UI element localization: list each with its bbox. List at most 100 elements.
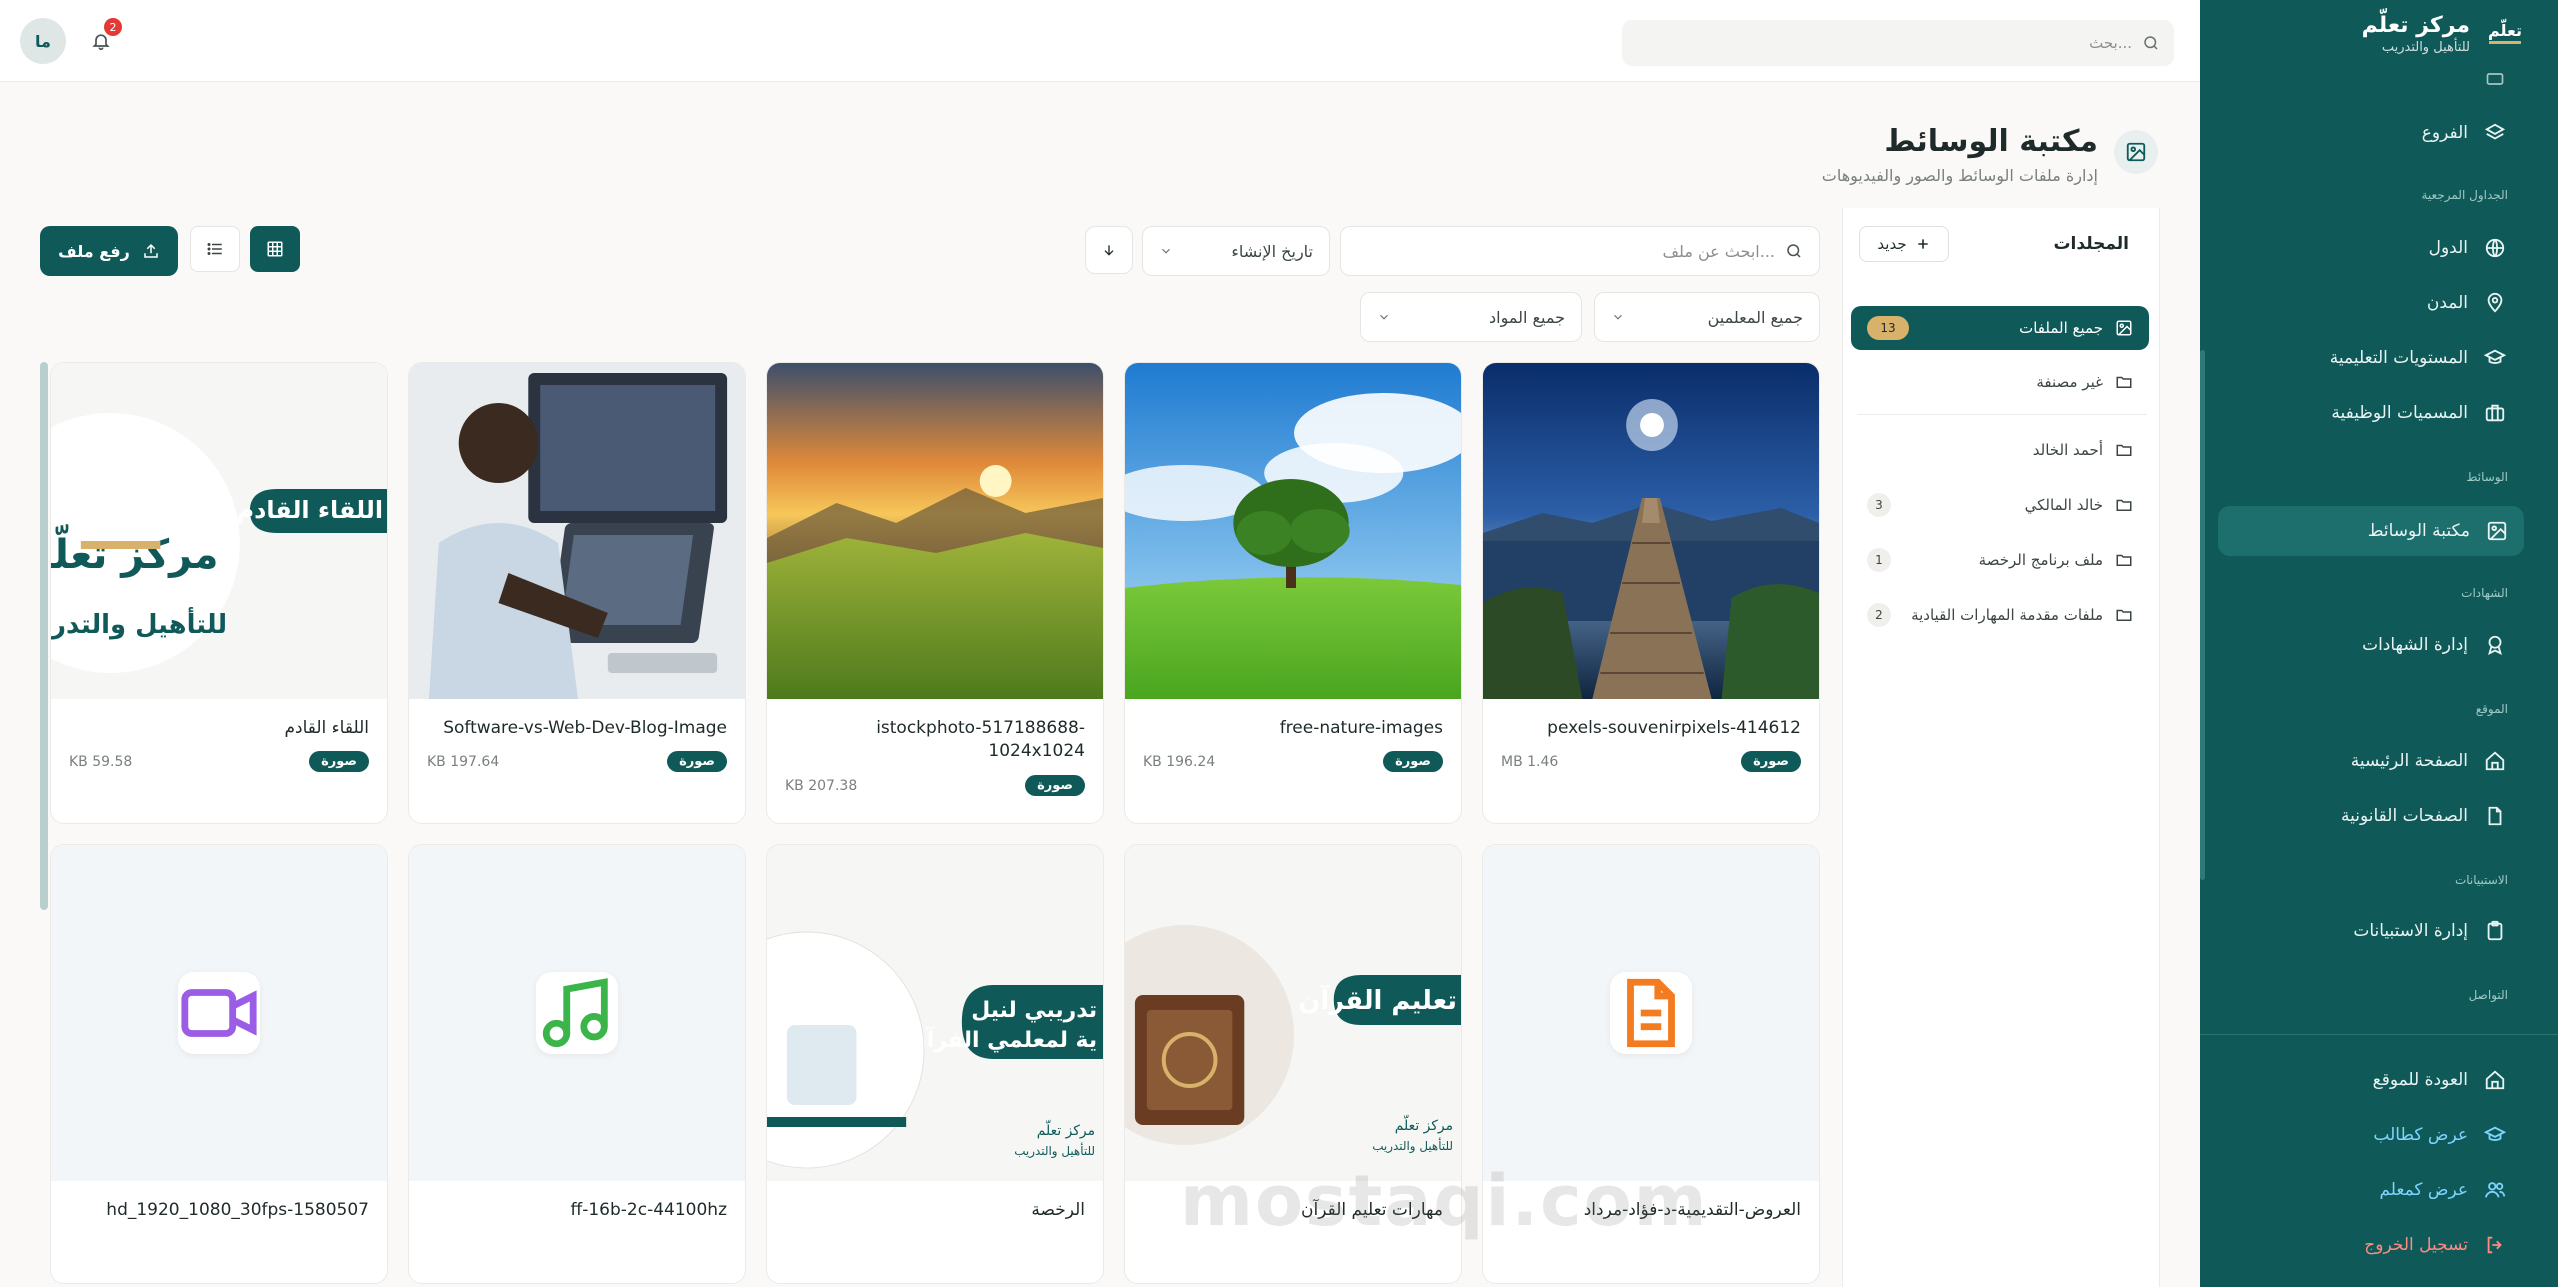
media-file-name: istockphoto-517188688-1024x1024 bbox=[876, 718, 1085, 761]
list-view-button[interactable] bbox=[190, 226, 240, 272]
materials-filter[interactable]: جميع المواد bbox=[1360, 292, 1582, 342]
sidebar-item-label: إدارة الاستبيانات bbox=[2353, 921, 2468, 941]
sidebar-item-countries[interactable]: الدول bbox=[2232, 225, 2522, 271]
folder-license-program[interactable]: 1 ملف برنامج الرخصة bbox=[1851, 538, 2149, 582]
globe-icon bbox=[2482, 235, 2508, 261]
media-card[interactable]: istockphoto-517188688-1024x1024 KB 207.3… bbox=[766, 362, 1104, 824]
logout-icon bbox=[2482, 1232, 2508, 1258]
sidebar-heading-reference: الجداول المرجعية bbox=[2421, 188, 2508, 202]
media-meta: KB 207.38 صورة bbox=[785, 775, 1085, 796]
media-file-name: Software-vs-Web-Dev-Blog-Image bbox=[443, 718, 727, 738]
file-icon bbox=[2482, 803, 2508, 829]
sort-direction-button[interactable] bbox=[1085, 226, 1133, 274]
view-as-student-link[interactable]: عرض كطالب bbox=[2232, 1112, 2522, 1158]
search-icon bbox=[2142, 34, 2160, 52]
folders-divider bbox=[1857, 414, 2147, 415]
thumb-logo-sub: للتأهيل والتدريب bbox=[1014, 1143, 1095, 1159]
media-type-badge: صورة bbox=[309, 751, 369, 772]
sidebar-divider bbox=[2200, 1034, 2558, 1035]
sidebar-heading-communication: التواصل bbox=[2468, 988, 2508, 1002]
sidebar-item-media-library[interactable]: مكتبة الوسائط bbox=[2218, 506, 2524, 556]
sidebar-item-hidden-top[interactable] bbox=[2232, 64, 2522, 94]
media-file-name: الرخصة bbox=[1031, 1200, 1085, 1220]
view-as-teacher-link[interactable]: عرض كمعلم bbox=[2232, 1167, 2522, 1213]
folder-count: 1 bbox=[1867, 548, 1891, 572]
grid-scrollbar[interactable] bbox=[40, 362, 48, 910]
media-file-size: KB 59.58 bbox=[69, 753, 133, 770]
layers-icon bbox=[2482, 120, 2508, 146]
sidebar-item-label: الفروع bbox=[2421, 123, 2468, 143]
media-type-badge: صورة bbox=[667, 751, 727, 772]
svg-text:تعلّم: تعلّم bbox=[2488, 17, 2522, 40]
sidebar-heading-surveys: الاستبيانات bbox=[2454, 873, 2508, 887]
teachers-filter[interactable]: جميع المعلمين bbox=[1594, 292, 1820, 342]
sort-select[interactable]: تاريخ الإنشاء bbox=[1142, 226, 1330, 276]
sort-select-value: تاريخ الإنشاء bbox=[1231, 241, 1313, 261]
thumb-logo-text: مركز تعلّم bbox=[51, 524, 218, 578]
folder-icon bbox=[2115, 373, 2133, 391]
upload-label: رفع ملف bbox=[58, 241, 130, 261]
media-card[interactable]: اللقاء القادم مركز تعلّم للتأهيل والتدري… bbox=[50, 362, 388, 824]
chevron-down-icon bbox=[1377, 310, 1391, 324]
image-icon bbox=[2114, 130, 2158, 174]
sidebar-heading-media: الوسائط bbox=[2466, 470, 2508, 484]
sidebar-item-legal-pages[interactable]: الصفحات القانونية bbox=[2232, 793, 2522, 839]
teachers-filter-value: جميع المعلمين bbox=[1707, 307, 1803, 327]
folder-count: 3 bbox=[1867, 493, 1891, 517]
brand[interactable]: مركز تعلّم للتأهيل والتدريب تعلّم bbox=[2200, 0, 2558, 66]
folder-ahmed-alkhaled[interactable]: أحمد الخالد bbox=[1851, 428, 2149, 472]
sidebar-item-surveys[interactable]: إدارة الاستبيانات bbox=[2232, 908, 2522, 954]
chevron-down-icon bbox=[1611, 310, 1625, 324]
media-file-name: free-nature-images bbox=[1279, 718, 1443, 738]
folder-icon bbox=[2115, 606, 2133, 624]
sidebar-item-label: الصفحات القانونية bbox=[2341, 806, 2468, 826]
notification-count-badge: 2 bbox=[104, 18, 122, 36]
media-thumbnail-developer bbox=[409, 363, 745, 699]
briefcase-icon bbox=[2482, 400, 2508, 426]
topbar: بحث... ما 2 bbox=[0, 0, 2200, 82]
media-thumbnail-tree bbox=[1125, 363, 1461, 699]
sidebar-item-certificates[interactable]: إدارة الشهادات bbox=[2232, 622, 2522, 668]
materials-filter-value: جميع المواد bbox=[1489, 307, 1565, 327]
sidebar-item-home-page[interactable]: الصفحة الرئيسية bbox=[2232, 738, 2522, 784]
sidebar-item-cities[interactable]: المدن bbox=[2232, 280, 2522, 326]
sidebar-item-levels[interactable]: المستويات التعليمية bbox=[2232, 335, 2522, 381]
media-card[interactable]: ff-16b-2c-44100hz bbox=[408, 844, 746, 1284]
sidebar-scrollbar[interactable] bbox=[2200, 350, 2205, 880]
folder-uncategorized[interactable]: غير مصنفة bbox=[1851, 360, 2149, 404]
brand-text: مركز تعلّم للتأهيل والتدريب bbox=[2362, 12, 2470, 55]
upload-file-button[interactable]: رفع ملف bbox=[40, 226, 178, 276]
media-card[interactable]: تعليم القرآن مركز تعلّم للتأهيل والتدريب… bbox=[1124, 844, 1462, 1284]
sidebar-item-branches[interactable]: الفروع bbox=[2232, 110, 2522, 156]
folder-khaled-almalki[interactable]: 3 خالد المالكي bbox=[1851, 483, 2149, 527]
thumb-logo-text: مركز تعلّم bbox=[1395, 1115, 1453, 1134]
folder-all-files[interactable]: 13 جميع الملفات bbox=[1851, 306, 2149, 350]
back-to-site-link[interactable]: العودة للموقع bbox=[2232, 1057, 2522, 1103]
sidebar-item-label: عرض كطالب bbox=[2373, 1125, 2468, 1145]
file-search-input[interactable]: ابحث عن ملف... bbox=[1340, 226, 1820, 276]
sidebar-item-job-titles[interactable]: المسميات الوظيفية bbox=[2232, 390, 2522, 436]
image-icon bbox=[2484, 518, 2510, 544]
media-card[interactable]: pexels-souvenirpixels-414612 MB 1.46 صور… bbox=[1482, 362, 1820, 824]
brand-logo-icon: تعلّم bbox=[2482, 13, 2528, 53]
media-thumbnail-upcoming-meeting: اللقاء القادم مركز تعلّم للتأهيل والتدري… bbox=[51, 363, 387, 699]
media-thumbnail-license: تدريبي لنيل ية لمعلمي القرآن مركز تعلّم … bbox=[767, 845, 1103, 1181]
page-header: مكتبة الوسائط إدارة ملفات الوسائط والصور… bbox=[1822, 122, 2158, 185]
new-folder-button[interactable]: جديد bbox=[1859, 226, 1949, 262]
media-meta: KB 196.24 صورة bbox=[1143, 751, 1443, 772]
avatar[interactable]: ما bbox=[20, 18, 66, 64]
folder-leadership-skills[interactable]: 2 ملفات مقدمة المهارات القيادية bbox=[1851, 593, 2149, 637]
media-card[interactable]: Software-vs-Web-Dev-Blog-Image KB 197.64… bbox=[408, 362, 746, 824]
global-search-input[interactable]: بحث... bbox=[1622, 20, 2174, 66]
folders-panel: المجلدات جديد 13 جميع الملفات غير مصنفة … bbox=[1842, 208, 2160, 1287]
media-card[interactable]: تدريبي لنيل ية لمعلمي القرآن مركز تعلّم … bbox=[766, 844, 1104, 1284]
folder-icon bbox=[2115, 551, 2133, 569]
media-meta: KB 197.64 صورة bbox=[427, 751, 727, 772]
media-card[interactable]: free-nature-images KB 196.24 صورة bbox=[1124, 362, 1462, 824]
media-file-name: مهارات تعليم القرآن bbox=[1301, 1200, 1443, 1220]
media-card[interactable]: hd_1920_1080_30fps-1580507 bbox=[50, 844, 388, 1284]
media-card[interactable]: العروض-التقديمية-د-فؤاد-مرداد bbox=[1482, 844, 1820, 1284]
chevron-down-icon bbox=[1159, 244, 1173, 258]
logout-link[interactable]: تسجيل الخروج bbox=[2232, 1222, 2522, 1268]
grid-view-button[interactable] bbox=[250, 226, 300, 272]
